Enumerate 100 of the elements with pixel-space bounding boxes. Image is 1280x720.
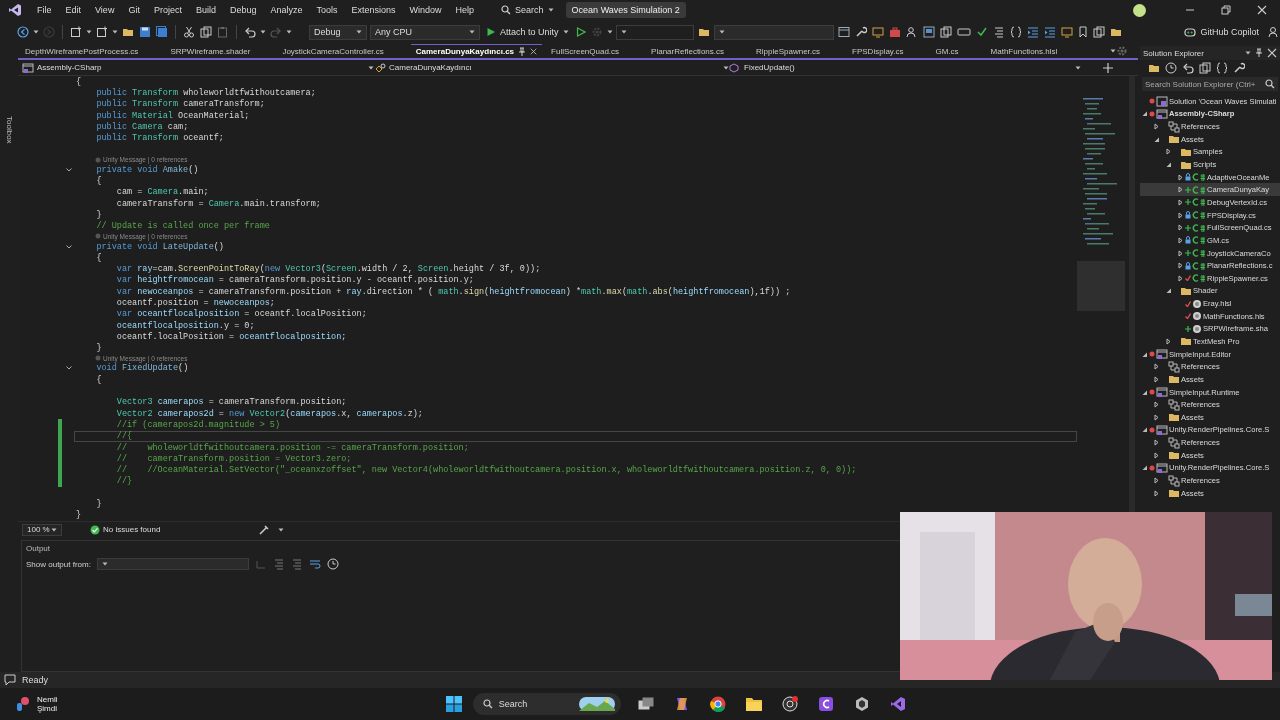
toolbox-icon[interactable] xyxy=(888,26,901,38)
folder-icon[interactable] xyxy=(745,697,762,711)
expanded-arrow-icon[interactable] xyxy=(1140,388,1148,396)
indent-icon[interactable] xyxy=(1043,26,1056,38)
caret-icon[interactable] xyxy=(260,29,266,35)
file-tab[interactable]: MathFunctions.hlsl xyxy=(985,44,1063,58)
cube-icon[interactable] xyxy=(853,696,870,712)
expanded-arrow-icon[interactable] xyxy=(1164,287,1172,295)
caret-icon[interactable] xyxy=(1110,48,1116,54)
expanded-arrow-icon[interactable] xyxy=(1164,161,1172,168)
caret-icon[interactable] xyxy=(112,29,118,35)
dropdown-field[interactable] xyxy=(713,24,834,40)
collapsed-arrow-icon[interactable] xyxy=(1152,401,1160,409)
taskbar-search[interactable]: Search xyxy=(472,693,621,715)
paste-icon[interactable] xyxy=(217,26,229,38)
refresh-icon[interactable] xyxy=(1182,62,1194,74)
new-item-icon[interactable] xyxy=(70,26,82,38)
back-icon[interactable] xyxy=(17,26,29,38)
app-icon[interactable] xyxy=(817,696,834,712)
start-icon[interactable] xyxy=(445,696,462,712)
folder-icon[interactable] xyxy=(1148,62,1160,74)
member-dropdown[interactable]: FixedUpdate() xyxy=(729,62,1081,73)
collapsed-arrow-icon[interactable] xyxy=(1176,249,1184,257)
save-icon[interactable] xyxy=(139,26,151,38)
collapsed-arrow-icon[interactable] xyxy=(1164,148,1172,156)
wrench-icon[interactable] xyxy=(1233,62,1245,74)
monitor-icon[interactable] xyxy=(1060,26,1073,38)
menu-item[interactable]: Help xyxy=(448,3,482,17)
collapsed-arrow-icon[interactable] xyxy=(1176,262,1184,270)
collapse-icon[interactable] xyxy=(65,165,73,174)
avatar[interactable] xyxy=(1133,3,1146,17)
collapsed-arrow-icon[interactable] xyxy=(1176,274,1184,282)
menu-item[interactable]: Analyze xyxy=(263,3,310,17)
attach-button[interactable]: Attach to Unity xyxy=(483,27,572,37)
visual-studio-icon[interactable] xyxy=(889,696,906,712)
file-tab[interactable]: FullScreenQuad.cs xyxy=(546,44,625,58)
collapsed-arrow-icon[interactable] xyxy=(1176,211,1184,219)
caret-icon[interactable] xyxy=(33,29,39,35)
file-tab[interactable]: DepthWireframePostProcess.cs xyxy=(20,44,144,58)
menu-item[interactable]: Edit xyxy=(58,3,89,17)
expanded-arrow-icon[interactable] xyxy=(1152,135,1160,143)
file-tab[interactable]: CameraDunyaKaydıncı.cs xyxy=(410,44,543,58)
menu-item[interactable]: Build xyxy=(188,3,223,17)
plus-icon[interactable] xyxy=(1103,62,1113,73)
cut-icon[interactable] xyxy=(183,26,195,38)
search-field[interactable]: Search Solution Explorer (Ctrl+ xyxy=(1142,77,1278,91)
copy-icon[interactable] xyxy=(939,26,952,38)
collapsed-arrow-icon[interactable] xyxy=(1152,375,1160,383)
checkmark-icon[interactable] xyxy=(975,26,988,38)
indent-icon[interactable] xyxy=(1026,26,1039,38)
menu-item[interactable]: View xyxy=(88,3,122,17)
platform-dropdown[interactable]: Any CPU xyxy=(370,24,480,40)
menu-item[interactable]: Extensions xyxy=(344,3,403,17)
folder-icon[interactable] xyxy=(122,26,134,38)
pin-icon[interactable] xyxy=(518,46,527,57)
menu-item[interactable]: Window xyxy=(402,3,449,17)
task-view-icon[interactable] xyxy=(637,697,654,711)
rectangle-icon[interactable] xyxy=(956,26,971,38)
restore-icon[interactable] xyxy=(1221,5,1231,15)
expanded-arrow-icon[interactable] xyxy=(1140,110,1148,118)
collapsed-arrow-icon[interactable] xyxy=(1176,186,1184,194)
collapsed-arrow-icon[interactable] xyxy=(1176,198,1184,206)
collapsed-arrow-icon[interactable] xyxy=(1176,173,1184,181)
configuration-dropdown[interactable]: Debug xyxy=(309,24,367,40)
panel-icon[interactable] xyxy=(922,26,935,38)
wrench-icon[interactable] xyxy=(854,26,867,38)
issues-indicator[interactable]: No issues found xyxy=(90,524,161,535)
collapsed-arrow-icon[interactable] xyxy=(1152,451,1160,459)
collapsed-arrow-icon[interactable] xyxy=(1176,236,1184,244)
play-outline-icon[interactable] xyxy=(575,27,586,37)
menu-item[interactable]: Tools xyxy=(309,3,345,17)
menu-item[interactable]: File xyxy=(30,3,59,17)
collapsed-arrow-icon[interactable] xyxy=(1152,123,1160,131)
browser-icon[interactable] xyxy=(709,696,726,712)
weather-widget[interactable]: Nemli Şimdi xyxy=(16,695,58,713)
folder-icon[interactable] xyxy=(1109,26,1122,38)
zoom-dropdown[interactable]: 100 % xyxy=(22,523,62,536)
caret-icon[interactable] xyxy=(1245,50,1251,56)
type-dropdown[interactable]: CameraDunyaKaydıncı xyxy=(374,62,729,73)
menu-item[interactable]: Project xyxy=(146,3,189,17)
collapsed-arrow-icon[interactable] xyxy=(1152,477,1160,485)
search-button[interactable]: Search xyxy=(495,3,560,17)
project-dropdown[interactable]: Assembly-CSharp xyxy=(22,61,374,74)
collapsed-arrow-icon[interactable] xyxy=(1164,338,1172,345)
caret-icon[interactable] xyxy=(86,29,92,35)
person-icon[interactable] xyxy=(905,26,918,38)
expanded-arrow-icon[interactable] xyxy=(1140,350,1148,358)
notification-icon[interactable] xyxy=(4,674,16,686)
menu-item[interactable]: Debug xyxy=(222,3,264,17)
copy-icon[interactable] xyxy=(1199,62,1211,74)
caret-icon[interactable] xyxy=(286,29,292,35)
brush-icon[interactable] xyxy=(258,523,271,536)
dropdown-field[interactable] xyxy=(615,24,694,40)
monitor-icon[interactable] xyxy=(871,26,884,38)
collapsed-arrow-icon[interactable] xyxy=(1152,439,1160,447)
expanded-arrow-icon[interactable] xyxy=(1140,426,1148,434)
window-icon[interactable] xyxy=(837,26,850,38)
file-tab[interactable]: SRPWireframe.shader xyxy=(165,44,256,58)
expanded-arrow-icon[interactable] xyxy=(1140,464,1148,472)
file-tab[interactable]: FPSDisplay.cs xyxy=(847,44,909,58)
